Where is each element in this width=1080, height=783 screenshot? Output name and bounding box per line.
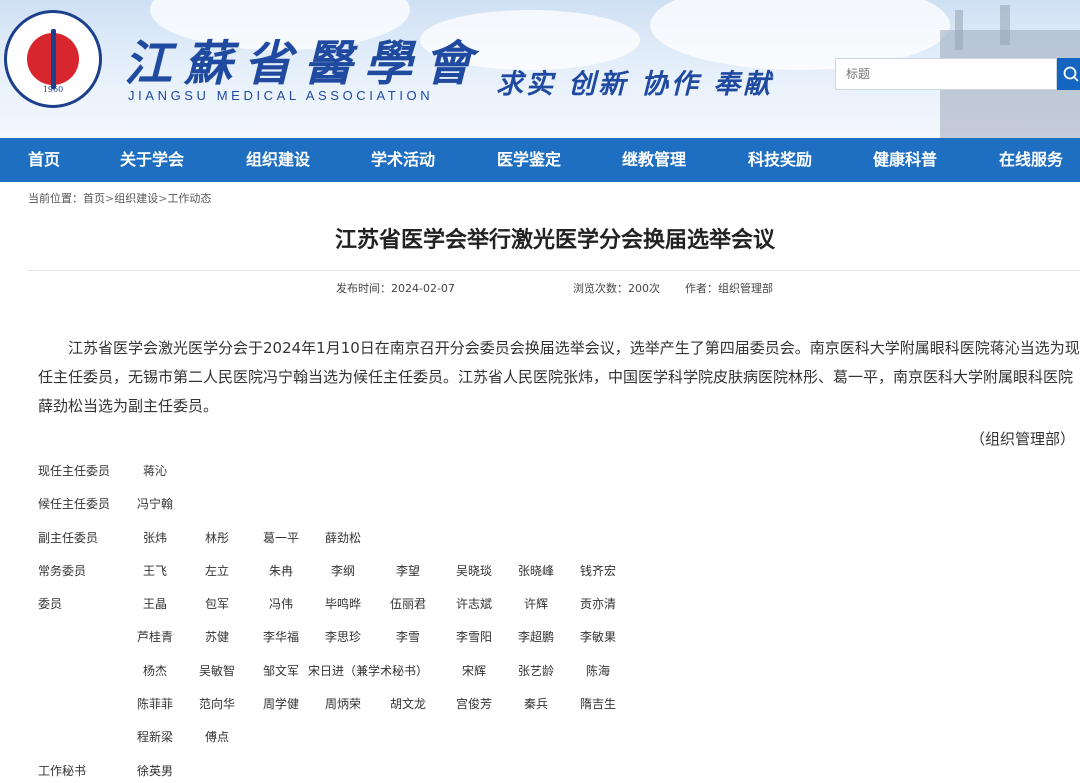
member-name: 李敏果	[579, 630, 616, 644]
member-name: 冯宁翰	[136, 497, 173, 511]
nav-continuing-education[interactable]: 继教管理	[622, 138, 686, 182]
building-tower	[955, 10, 963, 50]
slogan: 求实 创新 协作 奉献	[496, 69, 774, 100]
search-icon	[1063, 66, 1079, 82]
logo-year: 1960	[42, 85, 64, 94]
brand-name-english: JIANGSU MEDICAL ASSOCIATION	[128, 88, 434, 103]
nav-online-service[interactable]: 在线服务	[999, 138, 1063, 182]
main-nav: 首页 关于学会 组织建设 学术活动 医学鉴定 继教管理 科技奖励 健康科普 在线…	[0, 138, 1080, 182]
view-count: 浏览次数：200次	[573, 282, 660, 295]
member-name: 傅点	[204, 730, 229, 744]
member-name: 蒋沁	[142, 464, 167, 478]
member-role-label: 副主任委员	[38, 531, 99, 545]
search-button[interactable]	[1057, 58, 1080, 90]
logo-staff-icon	[51, 29, 56, 89]
member-name: 宋日进（兼学术秘书）	[308, 664, 429, 678]
member-role-label: 现任主任委员	[38, 464, 111, 478]
breadcrumb: 当前位置：首页>组织建设>工作动态	[28, 190, 211, 206]
breadcrumb-separator: >	[105, 192, 115, 205]
member-role-label: 常务委员	[38, 564, 87, 578]
building-tower	[1000, 5, 1010, 45]
site-header: 1960 江蘇省醫學會 JIANGSU MEDICAL ASSOCIATION …	[0, 0, 1080, 138]
search-input[interactable]	[835, 58, 1057, 90]
title-divider	[28, 270, 1080, 271]
article-author: 作者：组织管理部	[685, 282, 773, 295]
member-role-label: 候任主任委员	[38, 497, 111, 511]
nav-about[interactable]: 关于学会	[120, 138, 184, 182]
brand-name-chinese[interactable]: 江蘇省醫學會	[124, 24, 484, 94]
nav-science-awards[interactable]: 科技奖励	[748, 138, 812, 182]
breadcrumb-organization[interactable]: 组织建设	[114, 192, 158, 205]
article-signature: （组织管理部）	[970, 430, 1076, 448]
member-name: 隋吉生	[579, 697, 616, 711]
nav-academic[interactable]: 学术活动	[371, 138, 435, 182]
publish-date: 发布时间：2024-02-07	[336, 282, 455, 295]
article-body: 江苏省医学会激光医学分会于2024年1月10日在南京召开分会委员会换届选举会议，…	[38, 339, 1080, 415]
article-title: 江苏省医学会举行激光医学分会换届选举会议	[334, 228, 775, 253]
nav-organization[interactable]: 组织建设	[246, 138, 310, 182]
member-name: 薛劲松	[324, 531, 361, 545]
member-name: 贡亦清	[579, 597, 616, 611]
nav-health-science[interactable]: 健康科普	[873, 138, 937, 182]
member-name: 钱齐宏	[579, 564, 616, 578]
nav-medical-appraisal[interactable]: 医学鉴定	[497, 138, 561, 182]
member-role-label: 委员	[38, 597, 63, 611]
nav-home[interactable]: 首页	[28, 138, 60, 182]
breadcrumb-current[interactable]: 工作动态	[167, 192, 211, 205]
breadcrumb-prefix: 当前位置：	[28, 192, 83, 205]
breadcrumb-home[interactable]: 首页	[83, 192, 105, 205]
member-name: 陈海	[585, 664, 610, 678]
member-role-label: 工作秘书	[38, 764, 87, 778]
association-logo[interactable]: 1960	[4, 10, 102, 108]
member-name: 徐英男	[136, 764, 173, 778]
